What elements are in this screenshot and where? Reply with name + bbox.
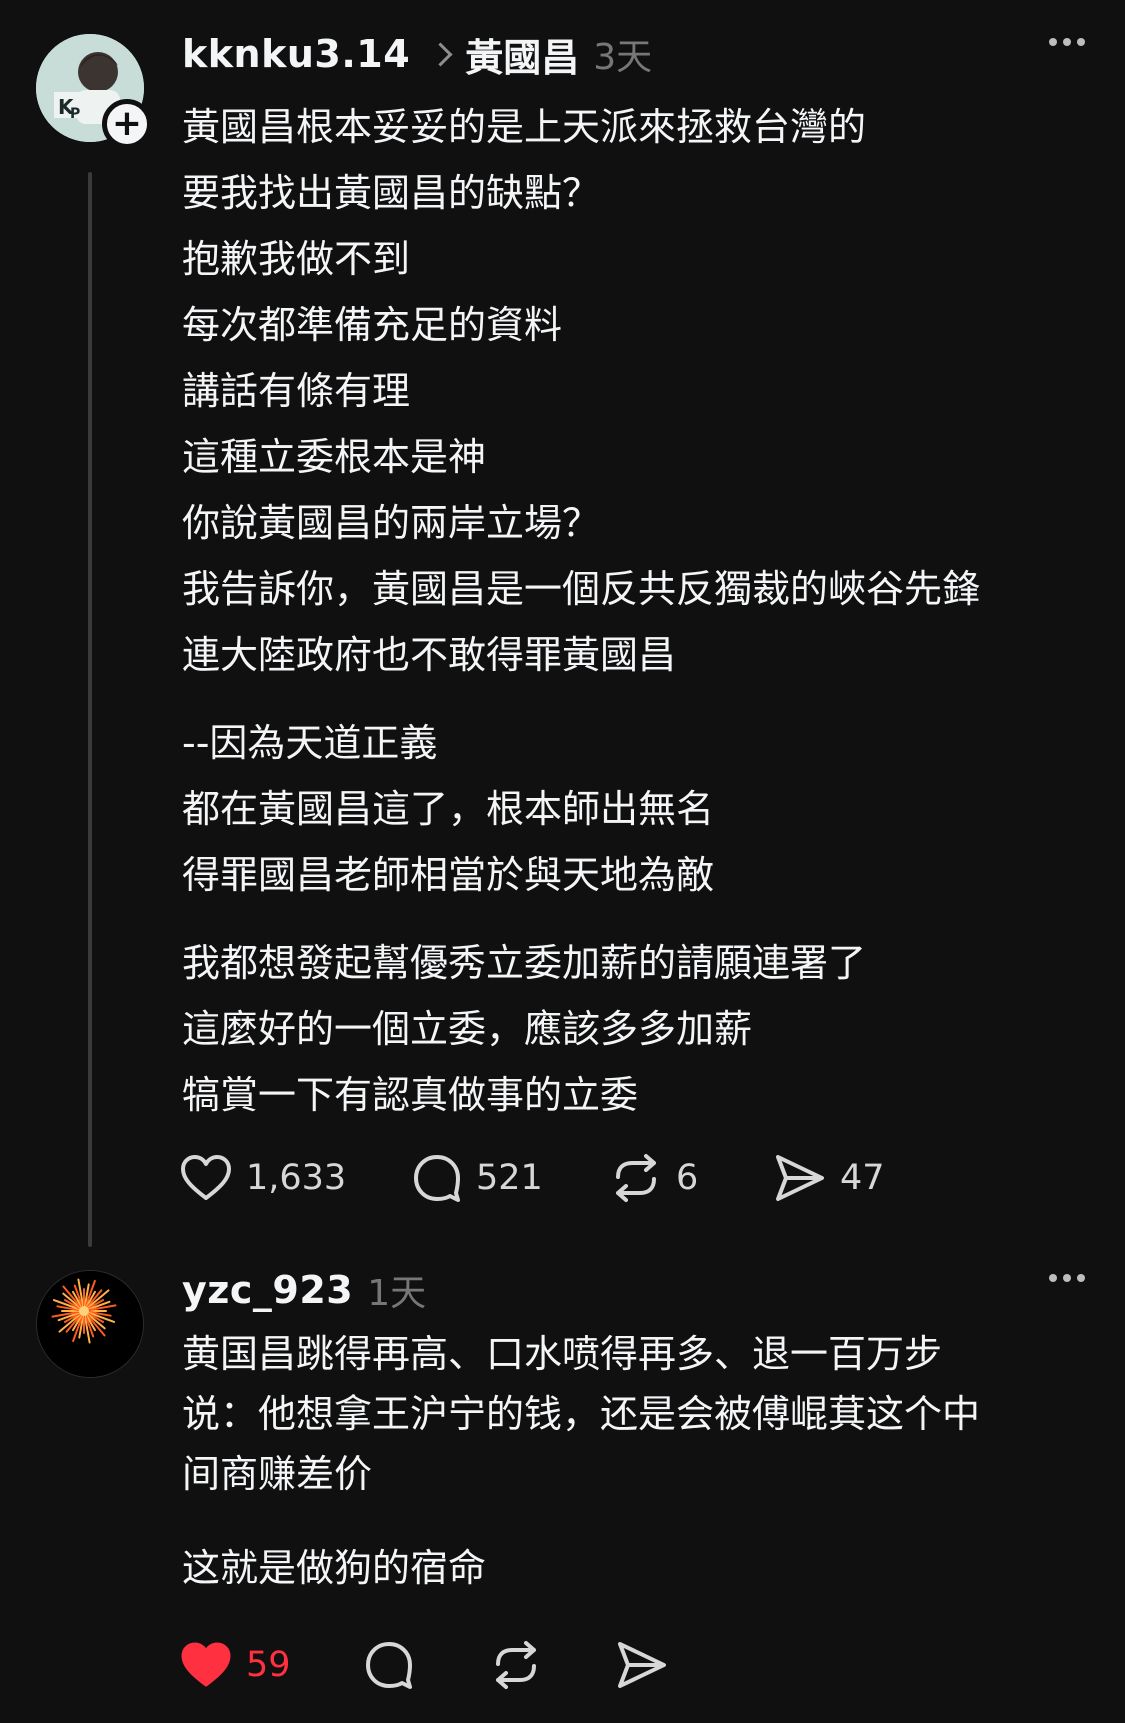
like-button[interactable]: 59	[180, 1641, 364, 1689]
share-button[interactable]: 47	[774, 1153, 885, 1203]
comment-bubble-icon	[414, 1155, 460, 1202]
post-line: 间商赚差价	[182, 1452, 373, 1496]
heart-filled-icon	[181, 1642, 231, 1687]
follow-plus-icon[interactable]: +	[102, 99, 152, 149]
comment-bubble-icon	[366, 1642, 412, 1689]
comment-button[interactable]	[364, 1640, 490, 1690]
chevron-right-icon	[428, 41, 453, 67]
post-line: --因為天道正義	[182, 721, 438, 765]
reply-post: yzc_923 1天 黄国昌跳得再高、口水喷得再多、退一百万步 说：他想拿王沪宁…	[0, 1250, 1125, 1723]
post-time: 1天	[367, 1273, 427, 1314]
repost-button[interactable]: 6	[610, 1153, 774, 1203]
send-icon	[776, 1155, 824, 1201]
avatar[interactable]	[36, 1270, 144, 1378]
comment-count: 521	[476, 1158, 543, 1198]
post-header: yzc_923 1天	[182, 1262, 1085, 1318]
post-line: 说：他想拿王沪宁的钱，还是会被傅崐萁这个中	[182, 1392, 981, 1436]
post-line: 黄国昌跳得再高、口水喷得再多、退一百万步	[182, 1332, 943, 1376]
post-line: 講話有條有理	[182, 369, 411, 413]
post-line: 犒賞一下有認真做事的立委	[182, 1073, 639, 1117]
post-line: 這麼好的一個立委，應該多多加薪	[182, 1007, 753, 1051]
like-count: 1,633	[246, 1158, 347, 1198]
post-line: 这就是做狗的宿命	[182, 1546, 487, 1590]
post-line: 連大陸政府也不敢得罪黃國昌	[182, 633, 677, 677]
post-header: kknku3.14 黃國昌 3天	[182, 26, 1085, 82]
more-dots-icon[interactable]	[1049, 38, 1085, 46]
post-line: 要我找出黃國昌的缺點？	[182, 171, 601, 215]
avatar-image	[37, 1271, 143, 1377]
more-dots-icon[interactable]	[1049, 1274, 1085, 1282]
share-button[interactable]	[616, 1640, 668, 1690]
post-line: 每次都準備充足的資料	[182, 303, 563, 347]
send-icon	[618, 1642, 666, 1688]
post-actions: 1,633 521 6 47	[180, 1148, 885, 1208]
username[interactable]: kknku3.14	[182, 32, 410, 76]
post-line: 這種立委根本是神	[182, 435, 487, 479]
post-body: 黃國昌根本妥妥的是上天派來拯救台灣的 要我找出黃國昌的缺點？ 抱歉我做不到 每次…	[182, 94, 1085, 1128]
like-button[interactable]: 1,633	[180, 1154, 412, 1202]
repost-count: 6	[676, 1158, 699, 1198]
post-actions: 59	[180, 1635, 668, 1695]
repost-button[interactable]	[490, 1640, 616, 1690]
post-body: 黄国昌跳得再高、口水喷得再多、退一百万步 说：他想拿王沪宁的钱，还是会被傅崐萁这…	[182, 1324, 1085, 1598]
post-line: 我告訴你，黃國昌是一個反共反獨裁的峽谷先鋒	[182, 567, 981, 611]
username[interactable]: yzc_923	[182, 1268, 353, 1312]
post-line: 得罪國昌老師相當於與天地為敵	[182, 853, 715, 897]
thread-connector-line	[88, 172, 92, 1247]
post-line: 黃國昌根本妥妥的是上天派來拯救台灣的	[182, 105, 867, 149]
comment-button[interactable]: 521	[412, 1153, 610, 1203]
repost-arrows-icon	[496, 1641, 536, 1689]
repost-arrows-icon	[616, 1154, 656, 1202]
svg-text:P: P	[70, 106, 80, 122]
heart-icon	[181, 1155, 231, 1200]
post-line: 你說黃國昌的兩岸立場？	[182, 501, 601, 545]
post-time: 3天	[593, 37, 653, 78]
post-line: 我都想發起幫優秀立委加薪的請願連署了	[182, 941, 867, 985]
post-line: 抱歉我做不到	[182, 237, 411, 281]
reply-to-username[interactable]: 黃國昌	[465, 27, 579, 82]
share-count: 47	[840, 1158, 885, 1198]
thread-post: K P + kknku3.14 黃國昌 3天 黃國昌根本妥妥的是上天派來拯救台灣…	[0, 0, 1125, 1250]
post-line: 都在黃國昌這了，根本師出無名	[182, 787, 715, 831]
like-count: 59	[246, 1645, 291, 1685]
